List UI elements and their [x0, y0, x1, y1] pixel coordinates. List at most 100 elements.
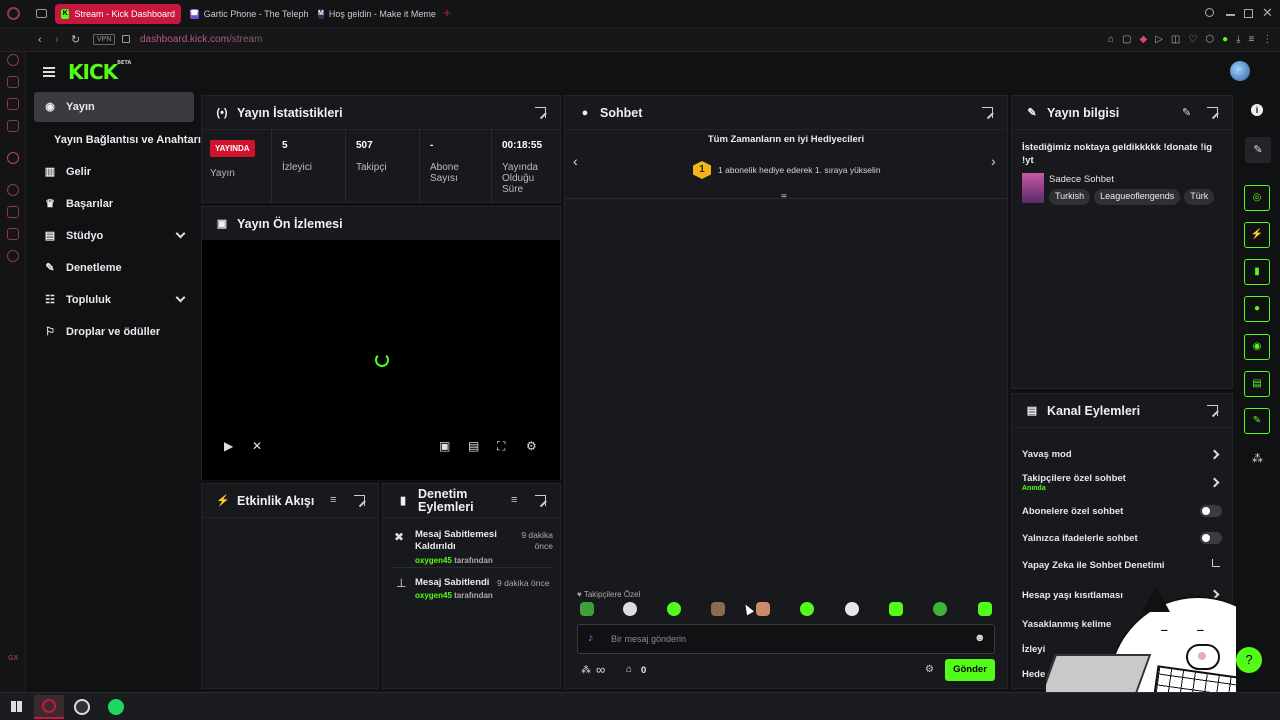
- emote-icon[interactable]: [580, 602, 594, 616]
- popout-icon[interactable]: [1207, 107, 1218, 118]
- player-icon[interactable]: ▷: [1155, 34, 1163, 45]
- heart-icon[interactable]: ♡: [1188, 34, 1197, 45]
- video-player[interactable]: ▶ ✕ ▣ ▤ ⛶ ⚙: [202, 240, 560, 480]
- extensions-side-icon[interactable]: [7, 228, 19, 240]
- emote-icon[interactable]: [711, 602, 725, 616]
- emote-only-toggle[interactable]: [1200, 532, 1222, 544]
- instagram-icon[interactable]: [7, 98, 19, 110]
- windows-start-icon[interactable]: [11, 701, 22, 712]
- emote-icon[interactable]: [800, 602, 814, 616]
- obs-taskbar-icon[interactable]: [74, 699, 90, 715]
- popout-icon[interactable]: [535, 107, 546, 118]
- tab-gartic-phone[interactable]: ☎ Gartic Phone - The Teleph: [184, 4, 308, 24]
- chat-settings-icon[interactable]: ⚙: [925, 664, 934, 675]
- tag-chip[interactable]: Türk: [1184, 189, 1215, 205]
- chat-input[interactable]: ♪ Bir mesaj gönderin ☻: [577, 624, 995, 654]
- external-link-icon[interactable]: [1212, 559, 1220, 567]
- user-avatar[interactable]: [1230, 61, 1250, 81]
- sidebar-item-revenue[interactable]: ▥ Gelir: [34, 157, 194, 187]
- vpn-badge[interactable]: VPN: [93, 34, 116, 45]
- popout-icon[interactable]: [1207, 405, 1218, 416]
- prev-arrow-icon[interactable]: ‹: [573, 153, 578, 169]
- emote-icon[interactable]: [756, 602, 770, 616]
- forward-icon[interactable]: ›: [55, 34, 59, 46]
- chevron-down-icon[interactable]: [175, 228, 186, 239]
- broadcast-widget-icon[interactable]: ◉: [1244, 334, 1270, 360]
- search-tabs-icon[interactable]: [1205, 8, 1214, 17]
- viewer-row[interactable]: İzleyi: [1022, 644, 1045, 655]
- ai-moderation-row[interactable]: Yapay Zeka ile Sohbet Denetimi: [1022, 560, 1165, 571]
- chevron-down-icon[interactable]: [175, 292, 186, 303]
- chevron-right-icon[interactable]: [1209, 477, 1220, 488]
- download-icon[interactable]: ⤓: [1236, 34, 1240, 45]
- kick-logo[interactable]: KICKBETA: [68, 60, 131, 84]
- emoji-icon[interactable]: ☻: [974, 632, 986, 644]
- sidebar-item-achievements[interactable]: ♛ Başarılar: [34, 189, 194, 219]
- gear-icon[interactable]: [7, 250, 19, 262]
- send-button[interactable]: Gönder: [945, 659, 995, 681]
- clock-icon[interactable]: [7, 184, 19, 196]
- points-icon[interactable]: ⁂: [581, 665, 591, 676]
- follower-only-row[interactable]: Takipçilere özel sohbet: [1022, 473, 1126, 484]
- settings-menu-icon[interactable]: ⋮: [1262, 34, 1272, 45]
- history-icon[interactable]: [7, 54, 19, 66]
- notes-widget-icon[interactable]: ▮: [1244, 259, 1270, 285]
- sidebar-item-community[interactable]: ☷ Topluluk: [34, 285, 194, 315]
- play-icon[interactable]: ▶: [224, 439, 233, 453]
- support-chat-icon[interactable]: ?: [1236, 647, 1262, 673]
- popout-icon[interactable]: [535, 495, 546, 506]
- settings-icon[interactable]: [7, 152, 19, 164]
- mute-icon[interactable]: ✕: [252, 439, 262, 453]
- edit-layout-icon[interactable]: ✎: [1245, 137, 1271, 163]
- spotify-taskbar-icon[interactable]: [108, 699, 124, 715]
- wrench-widget-icon[interactable]: ✎: [1244, 408, 1270, 434]
- sidebar-item-drops[interactable]: ⚐ Droplar ve ödüller: [34, 317, 194, 347]
- pip-icon[interactable]: ▣: [439, 439, 450, 453]
- mic-icon[interactable]: ♪: [588, 632, 594, 644]
- gx-label-icon[interactable]: GX: [8, 655, 18, 662]
- tab-make-it-meme[interactable]: M Hoş geldin - Make it Meme: [312, 4, 436, 24]
- activity-widget-icon[interactable]: ⚡: [1244, 222, 1270, 248]
- hamburger-icon[interactable]: [43, 67, 55, 77]
- tab-kick-dashboard[interactable]: K Stream - Kick Dashboard: [55, 4, 181, 24]
- emote-icon[interactable]: [889, 602, 903, 616]
- opera-menu-icon[interactable]: [7, 7, 20, 20]
- popout-icon[interactable]: [354, 495, 365, 506]
- emote-icon[interactable]: [623, 602, 637, 616]
- downloads-icon[interactable]: [7, 206, 19, 218]
- emote-icon[interactable]: [933, 602, 947, 616]
- opera-gx-taskbar-icon[interactable]: [34, 695, 64, 719]
- community-widget-icon[interactable]: ⁂: [1252, 452, 1263, 465]
- emote-only-row[interactable]: Yalnızca ifadelerle sohbet: [1022, 533, 1138, 544]
- filter-icon[interactable]: ≡: [330, 494, 336, 506]
- sidebar-item-moderation[interactable]: ✎ Denetleme: [34, 253, 194, 283]
- store-icon[interactable]: ⌂: [626, 664, 632, 675]
- adblock-icon[interactable]: ◆: [1140, 34, 1148, 45]
- tab-overview-icon[interactable]: [36, 9, 47, 18]
- subscriber-only-row[interactable]: Abonelere özel sohbet: [1022, 506, 1123, 517]
- info-icon[interactable]: i: [1251, 104, 1263, 116]
- fullscreen-icon[interactable]: ⛶: [497, 439, 505, 454]
- filter-icon[interactable]: ≡: [511, 494, 517, 506]
- twitch-icon[interactable]: [7, 76, 19, 88]
- back-icon[interactable]: ‹: [38, 34, 42, 46]
- wallet-icon[interactable]: ◫: [1171, 34, 1180, 45]
- sidebar-item-stream-key[interactable]: Yayın Bağlantısı ve Anahtarı: [34, 125, 206, 155]
- chat-widget-icon[interactable]: ●: [1244, 296, 1270, 322]
- kick-extension-icon[interactable]: ●: [1222, 34, 1228, 45]
- next-arrow-icon[interactable]: ›: [991, 153, 996, 169]
- minimize-icon[interactable]: [1226, 14, 1235, 16]
- slow-mode-row[interactable]: Yavaş mod: [1022, 449, 1072, 460]
- goal-row[interactable]: Hede: [1022, 669, 1045, 680]
- easy-setup-icon[interactable]: ≡: [1249, 34, 1255, 45]
- new-tab-button[interactable]: +: [441, 6, 453, 19]
- emote-icon[interactable]: [845, 602, 859, 616]
- edit-icon[interactable]: ✎: [1182, 106, 1191, 119]
- subscriber-only-toggle[interactable]: [1200, 505, 1222, 517]
- emote-icon[interactable]: [978, 602, 992, 616]
- snapshot-icon[interactable]: ▢: [1122, 34, 1131, 45]
- reload-icon[interactable]: ↻: [71, 33, 80, 46]
- actions-widget-icon[interactable]: ▤: [1244, 371, 1270, 397]
- chevron-right-icon[interactable]: [1209, 449, 1220, 460]
- bookmark-icon[interactable]: ⌂: [1108, 34, 1114, 45]
